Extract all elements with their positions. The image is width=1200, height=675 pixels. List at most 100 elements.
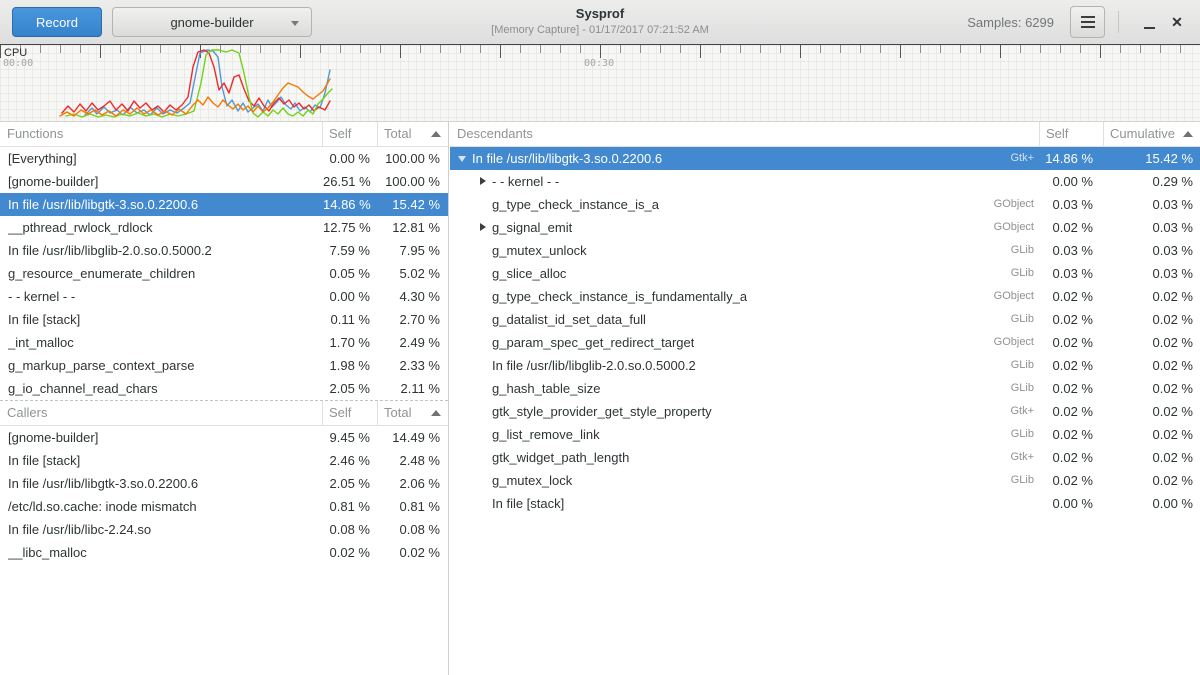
column-header-self[interactable]: Self bbox=[323, 122, 378, 146]
table-row[interactable]: In file [stack] 2.46 % 2.48 % bbox=[0, 449, 448, 472]
self-percent: 0.00 % bbox=[323, 285, 378, 308]
total-percent: 2.33 % bbox=[378, 354, 448, 377]
self-percent: 0.03 % bbox=[1040, 262, 1104, 285]
function-name: In file /usr/lib/libgtk-3.so.0.2200.6 bbox=[8, 193, 198, 216]
table-row[interactable]: In file /usr/lib/libc-2.24.so 0.08 % 0.0… bbox=[0, 518, 448, 541]
column-header-total[interactable]: Total bbox=[378, 122, 448, 146]
functions-table-header: Functions Self Total bbox=[0, 122, 448, 147]
tree-row[interactable]: g_param_spec_get_redirect_target GObject… bbox=[450, 331, 1200, 354]
function-name: In file [stack] bbox=[8, 308, 80, 331]
function-name: g_hash_table_size bbox=[492, 377, 600, 400]
expander-icon[interactable] bbox=[456, 147, 472, 170]
column-header-self[interactable]: Self bbox=[1040, 122, 1104, 146]
column-header-callers[interactable]: Callers bbox=[0, 401, 323, 425]
close-icon: ✕ bbox=[1171, 14, 1183, 31]
total-percent: 0.08 % bbox=[378, 518, 448, 541]
table-row[interactable]: /etc/ld.so.cache: inode mismatch 0.81 % … bbox=[0, 495, 448, 518]
table-row[interactable]: In file [stack] 0.11 % 2.70 % bbox=[0, 308, 448, 331]
function-name: g_markup_parse_context_parse bbox=[8, 354, 194, 377]
tree-row[interactable]: In file /usr/lib/libgtk-3.so.0.2200.6 Gt… bbox=[450, 147, 1200, 170]
samples-count: Samples: 6299 bbox=[967, 15, 1054, 30]
column-header-cumulative[interactable]: Cumulative bbox=[1104, 122, 1200, 146]
expander-icon[interactable] bbox=[476, 331, 492, 354]
chevron-down-icon bbox=[291, 21, 299, 26]
column-header-descendants[interactable]: Descendants bbox=[450, 122, 1040, 146]
function-name: gtk_style_provider_get_style_property bbox=[492, 400, 712, 423]
process-selector-dropdown[interactable]: gnome-builder bbox=[112, 7, 312, 37]
tree-row[interactable]: In file /usr/lib/libglib-2.0.so.0.5000.2… bbox=[450, 354, 1200, 377]
function-name: In file [stack] bbox=[492, 492, 564, 515]
expander-icon[interactable] bbox=[476, 469, 492, 492]
self-percent: 0.02 % bbox=[1040, 354, 1104, 377]
expander-icon[interactable] bbox=[476, 377, 492, 400]
tree-row[interactable]: g_mutex_lock GLib 0.02 % 0.02 % bbox=[450, 469, 1200, 492]
expander-icon[interactable] bbox=[476, 400, 492, 423]
header-separator bbox=[1118, 11, 1119, 33]
minimize-button[interactable] bbox=[1132, 5, 1166, 39]
expander-icon[interactable] bbox=[476, 216, 492, 239]
self-percent: 26.51 % bbox=[323, 170, 378, 193]
self-percent: 12.75 % bbox=[323, 216, 378, 239]
self-percent: 0.02 % bbox=[1040, 377, 1104, 400]
function-name: __libc_malloc bbox=[8, 541, 87, 564]
tree-row[interactable]: g_signal_emit GObject 0.02 % 0.03 % bbox=[450, 216, 1200, 239]
tree-row[interactable]: - - kernel - - 0.00 % 0.29 % bbox=[450, 170, 1200, 193]
tree-row[interactable]: g_list_remove_link GLib 0.02 % 0.02 % bbox=[450, 423, 1200, 446]
function-name: [gnome-builder] bbox=[8, 170, 98, 193]
table-row[interactable]: _int_malloc 1.70 % 2.49 % bbox=[0, 331, 448, 354]
table-row[interactable]: In file /usr/lib/libglib-2.0.so.0.5000.2… bbox=[0, 239, 448, 262]
self-percent: 0.02 % bbox=[1040, 216, 1104, 239]
table-row[interactable]: [Everything] 0.00 % 100.00 % bbox=[0, 147, 448, 170]
table-row[interactable]: In file /usr/lib/libgtk-3.so.0.2200.6 14… bbox=[0, 193, 448, 216]
tree-row[interactable]: g_slice_alloc GLib 0.03 % 0.03 % bbox=[450, 262, 1200, 285]
expander-icon[interactable] bbox=[476, 170, 492, 193]
function-name: g_resource_enumerate_children bbox=[8, 262, 195, 285]
expander-icon[interactable] bbox=[476, 193, 492, 216]
expander-icon[interactable] bbox=[476, 354, 492, 377]
tree-row[interactable]: g_mutex_unlock GLib 0.03 % 0.03 % bbox=[450, 239, 1200, 262]
function-name: _int_malloc bbox=[8, 331, 74, 354]
sort-ascending-icon bbox=[1183, 131, 1193, 137]
self-percent: 0.02 % bbox=[1040, 423, 1104, 446]
function-name: In file /usr/lib/libc-2.24.so bbox=[8, 518, 151, 541]
column-header-self[interactable]: Self bbox=[323, 401, 378, 425]
column-header-total[interactable]: Total bbox=[378, 401, 448, 425]
table-row[interactable]: g_resource_enumerate_children 0.05 % 5.0… bbox=[0, 262, 448, 285]
tree-row[interactable]: g_type_check_instance_is_fundamentally_a… bbox=[450, 285, 1200, 308]
record-button[interactable]: Record bbox=[12, 7, 102, 37]
tree-row[interactable]: In file [stack] 0.00 % 0.00 % bbox=[450, 492, 1200, 515]
tree-row[interactable]: g_type_check_instance_is_a GObject 0.03 … bbox=[450, 193, 1200, 216]
expander-icon[interactable] bbox=[476, 492, 492, 515]
table-row[interactable]: g_markup_parse_context_parse 1.98 % 2.33… bbox=[0, 354, 448, 377]
expander-icon[interactable] bbox=[476, 423, 492, 446]
expander-icon[interactable] bbox=[476, 446, 492, 469]
left-pane: Functions Self Total [Everything] 0.00 %… bbox=[0, 122, 449, 675]
table-row[interactable]: In file /usr/lib/libgtk-3.so.0.2200.6 2.… bbox=[0, 472, 448, 495]
tree-row[interactable]: g_datalist_id_set_data_full GLib 0.02 % … bbox=[450, 308, 1200, 331]
column-header-functions[interactable]: Functions bbox=[0, 122, 323, 146]
total-percent: 4.30 % bbox=[378, 285, 448, 308]
cumulative-percent: 0.02 % bbox=[1104, 331, 1200, 354]
functions-table: Functions Self Total [Everything] 0.00 %… bbox=[0, 122, 448, 401]
table-row[interactable]: __pthread_rwlock_rdlock 12.75 % 12.81 % bbox=[0, 216, 448, 239]
tree-row[interactable]: g_hash_table_size GLib 0.02 % 0.02 % bbox=[450, 377, 1200, 400]
tree-row[interactable]: gtk_widget_path_length Gtk+ 0.02 % 0.02 … bbox=[450, 446, 1200, 469]
table-row[interactable]: __libc_malloc 0.02 % 0.02 % bbox=[0, 541, 448, 564]
self-percent: 0.02 % bbox=[1040, 446, 1104, 469]
table-row[interactable]: [gnome-builder] 9.45 % 14.49 % bbox=[0, 426, 448, 449]
table-row[interactable]: g_io_channel_read_chars 2.05 % 2.11 % bbox=[0, 377, 448, 400]
expander-icon[interactable] bbox=[476, 308, 492, 331]
close-button[interactable]: ✕ bbox=[1166, 5, 1200, 39]
tree-row[interactable]: gtk_style_provider_get_style_property Gt… bbox=[450, 400, 1200, 423]
table-row[interactable]: - - kernel - - 0.00 % 4.30 % bbox=[0, 285, 448, 308]
process-selector-value: gnome-builder bbox=[170, 15, 253, 30]
expander-icon[interactable] bbox=[476, 262, 492, 285]
expander-icon[interactable] bbox=[476, 239, 492, 262]
menu-button[interactable] bbox=[1070, 6, 1105, 38]
header-bar: Record gnome-builder Sysprof [Memory Cap… bbox=[0, 0, 1200, 45]
table-row[interactable]: [gnome-builder] 26.51 % 100.00 % bbox=[0, 170, 448, 193]
expander-icon[interactable] bbox=[476, 285, 492, 308]
total-percent: 12.81 % bbox=[378, 216, 448, 239]
self-percent: 0.00 % bbox=[1040, 492, 1104, 515]
cpu-graph[interactable]: CPU 00:00 00:30 bbox=[0, 45, 1200, 122]
